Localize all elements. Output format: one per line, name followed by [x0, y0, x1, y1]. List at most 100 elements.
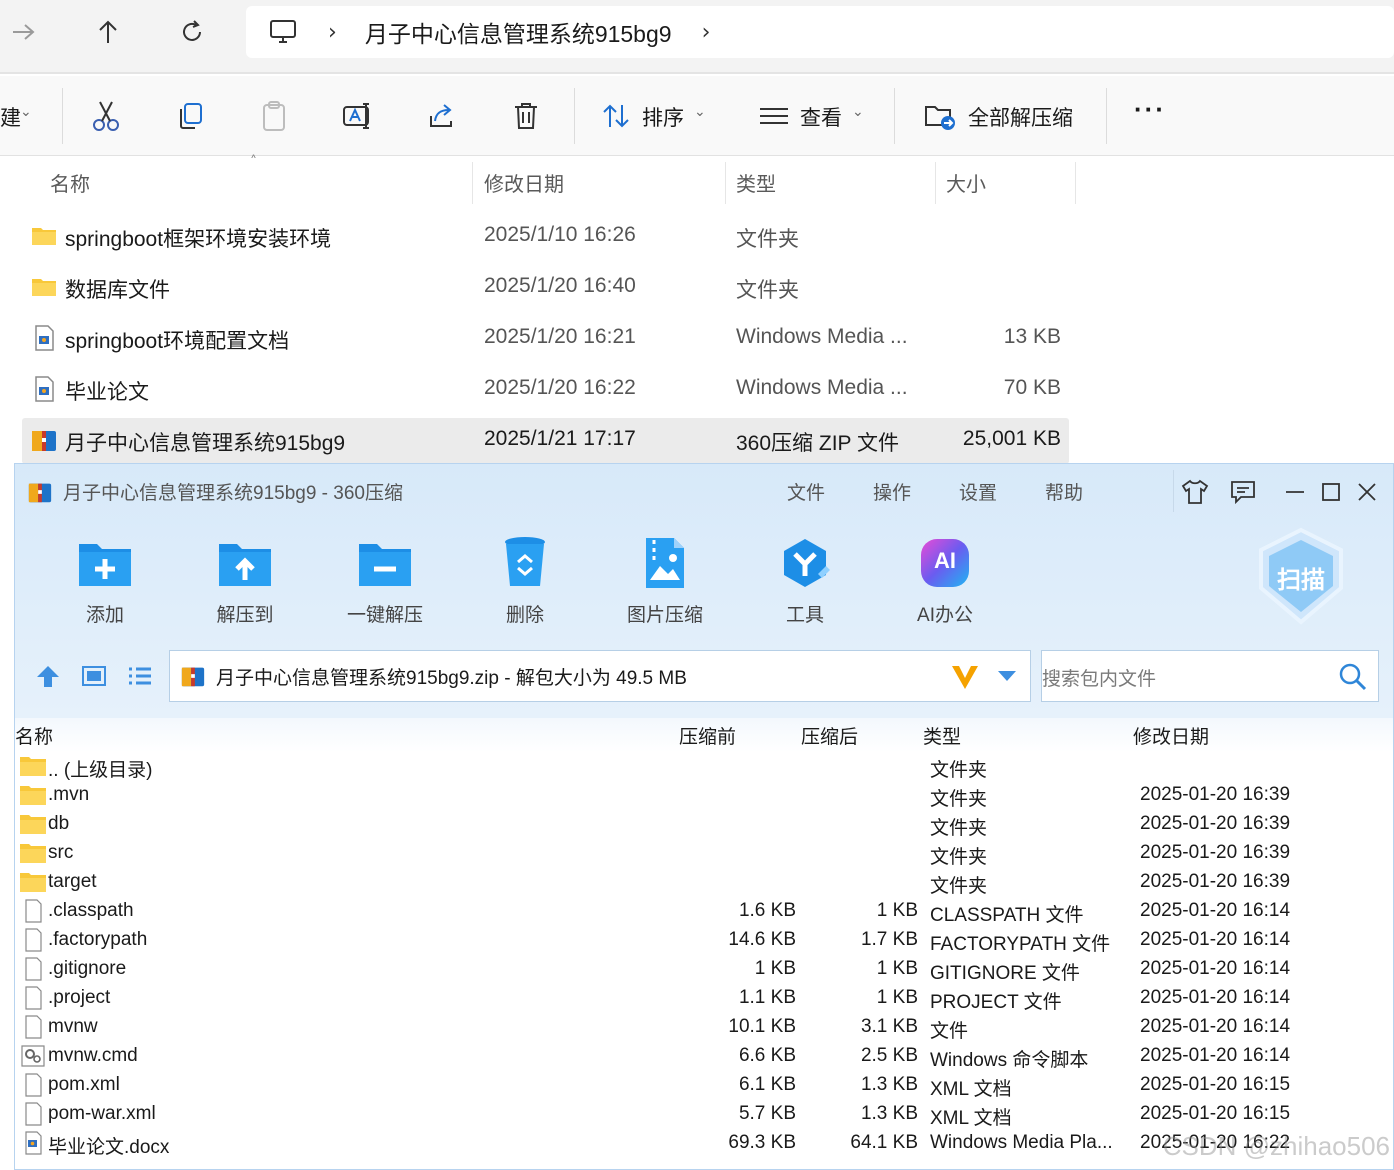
image-compress-button[interactable]: 图片压缩	[615, 534, 715, 627]
address-bar[interactable]: › 月子中心信息管理系统915bg9 ›	[246, 6, 1394, 58]
entry-modified: 2025-01-20 16:39	[1140, 871, 1291, 892]
minimize-button[interactable]	[1279, 476, 1311, 508]
breadcrumb-chevron-icon[interactable]: ›	[702, 20, 711, 45]
sort-button[interactable]: 排序	[642, 102, 684, 132]
view-icon-button[interactable]	[756, 98, 792, 134]
add-button[interactable]: 添加	[55, 534, 155, 627]
breadcrumb-chevron-icon[interactable]: ›	[328, 20, 337, 45]
up-button[interactable]	[88, 12, 128, 52]
archive-row[interactable]: pom-war.xml 5.7 KB 1.3 KB XML 文档 2025-01…	[15, 1100, 1393, 1129]
delete-button[interactable]	[508, 98, 544, 134]
thumbnail-view-button[interactable]	[79, 662, 109, 690]
file-name: 数据库文件	[65, 279, 170, 302]
archive-search-field[interactable]: 搜索包内文件	[1041, 650, 1379, 702]
column-type[interactable]: 类型	[923, 722, 961, 749]
folder-icon	[20, 757, 46, 776]
skin-button[interactable]	[1179, 476, 1211, 508]
close-icon	[1358, 483, 1376, 501]
zip-archive-icon	[28, 483, 52, 502]
forward-button[interactable]	[4, 12, 44, 52]
entry-type: FACTORYPATH 文件	[930, 934, 1111, 955]
close-button[interactable]	[1351, 476, 1383, 508]
file-modified: 2025/1/10 16:26	[484, 223, 636, 246]
v-logo-icon[interactable]	[950, 663, 980, 691]
file-row[interactable]: springboot环境配置文档 2025/1/20 16:21 Windows…	[22, 316, 1069, 362]
one-click-extract-button[interactable]: 一键解压	[335, 534, 435, 627]
archive-row[interactable]: .project 1.1 KB 1 KB PROJECT 文件 2025-01-…	[15, 984, 1393, 1013]
entry-name: mvnw.cmd	[48, 1045, 138, 1066]
folder-icon	[20, 844, 46, 863]
sort-icon-button[interactable]	[598, 98, 634, 134]
archive-row[interactable]: mvnw.cmd 6.6 KB 2.5 KB Windows 命令脚本 2025…	[15, 1042, 1393, 1071]
more-options-icon[interactable]: ···	[1134, 94, 1166, 125]
extract-folder-icon	[925, 106, 955, 130]
menu-file[interactable]: 文件	[787, 478, 825, 505]
archive-row[interactable]: .. (上级目录) 文件夹	[15, 752, 1393, 781]
file-icon	[25, 1102, 42, 1126]
scan-button[interactable]: 扫描	[1255, 526, 1347, 626]
list-view-button[interactable]	[125, 662, 155, 690]
chevron-down-icon[interactable]: ⌄	[852, 104, 864, 120]
column-modified[interactable]: 修改日期	[1133, 722, 1209, 749]
column-type[interactable]: 类型	[736, 168, 776, 197]
file-type: 文件夹	[736, 279, 799, 302]
menu-help[interactable]: 帮助	[1045, 478, 1083, 505]
search-icon[interactable]	[1338, 662, 1368, 692]
column-after[interactable]: 压缩后	[801, 722, 858, 749]
archive-row[interactable]: pom.xml 6.1 KB 1.3 KB XML 文档 2025-01-20 …	[15, 1071, 1393, 1100]
column-size[interactable]: 大小	[946, 168, 986, 197]
column-before[interactable]: 压缩前	[679, 722, 736, 749]
archive-row[interactable]: .factorypath 14.6 KB 1.7 KB FACTORYPATH …	[15, 926, 1393, 955]
chevron-down-icon[interactable]: ⌄	[694, 104, 706, 120]
delete-label: 删除	[505, 605, 544, 626]
zip-header: 月子中心信息管理系统915bg9 - 360压缩 文件 操作 设置 帮助 添加	[15, 464, 1393, 718]
paste-button[interactable]	[256, 98, 292, 134]
image-compress-label: 图片压缩	[626, 605, 703, 626]
tools-button[interactable]: 工具	[755, 534, 855, 627]
entry-size-after: 1 KB	[876, 987, 918, 1008]
explorer-column-header: ˄ 名称 修改日期 类型 大小	[0, 154, 1394, 204]
copy-button[interactable]	[172, 98, 208, 134]
column-name[interactable]: 名称	[15, 722, 53, 749]
ai-office-button[interactable]: AI AI办公	[895, 534, 995, 627]
file-row[interactable]: springboot框架环境安装环境 2025/1/10 16:26 文件夹	[22, 214, 1069, 260]
rename-button[interactable]	[340, 98, 376, 134]
archive-row[interactable]: src 文件夹 2025-01-20 16:39	[15, 839, 1393, 868]
share-button[interactable]	[424, 98, 460, 134]
dropdown-arrow-icon[interactable]	[996, 669, 1018, 683]
new-button-label[interactable]: 建	[0, 102, 21, 132]
cut-button[interactable]	[88, 98, 124, 134]
chevron-down-icon[interactable]: ⌄	[20, 104, 32, 120]
menu-settings[interactable]: 设置	[959, 478, 997, 505]
breadcrumb-current-folder[interactable]: 月子中心信息管理系统915bg9	[365, 15, 672, 49]
message-icon	[1231, 481, 1255, 505]
archive-row[interactable]: target 文件夹 2025-01-20 16:39	[15, 868, 1393, 897]
extract-all-button[interactable]: 全部解压缩	[968, 102, 1073, 132]
archive-row[interactable]: db 文件夹 2025-01-20 16:39	[15, 810, 1393, 839]
file-row[interactable]: 毕业论文 2025/1/20 16:22 Windows Media ... 7…	[22, 367, 1069, 413]
up-folder-button[interactable]	[33, 662, 63, 690]
feedback-button[interactable]	[1227, 476, 1259, 508]
archive-row[interactable]: .classpath 1.6 KB 1 KB CLASSPATH 文件 2025…	[15, 897, 1393, 926]
entry-size-after: 1.3 KB	[860, 1074, 918, 1095]
maximize-button[interactable]	[1315, 476, 1347, 508]
menu-operation[interactable]: 操作	[873, 478, 911, 505]
delete-archive-button[interactable]: 删除	[475, 534, 575, 627]
column-name[interactable]: 名称	[50, 168, 90, 197]
file-row-selected[interactable]: 月子中心信息管理系统915bg9 2025/1/21 17:17 360压缩 Z…	[22, 418, 1069, 464]
column-modified[interactable]: 修改日期	[484, 168, 564, 197]
archive-path-field[interactable]: 月子中心信息管理系统915bg9.zip - 解包大小为 49.5 MB	[169, 650, 1031, 702]
archive-row[interactable]: .gitignore 1 KB 1 KB GITIGNORE 文件 2025-0…	[15, 955, 1393, 984]
entry-name: target	[48, 871, 97, 892]
archive-row[interactable]: mvnw 10.1 KB 3.1 KB 文件 2025-01-20 16:14	[15, 1013, 1393, 1042]
extract-to-button[interactable]: 解压到	[195, 534, 295, 627]
extract-to-icon	[219, 544, 271, 586]
entry-name: pom.xml	[48, 1074, 120, 1095]
file-row[interactable]: 数据库文件 2025/1/20 16:40 文件夹	[22, 265, 1069, 311]
archive-row[interactable]: .mvn 文件夹 2025-01-20 16:39	[15, 781, 1393, 810]
extract-all-icon-button[interactable]	[922, 98, 958, 134]
entry-size-before: 10.1 KB	[728, 1016, 796, 1037]
tools-icon	[784, 539, 830, 587]
refresh-button[interactable]	[172, 12, 212, 52]
view-button[interactable]: 查看	[800, 102, 842, 132]
